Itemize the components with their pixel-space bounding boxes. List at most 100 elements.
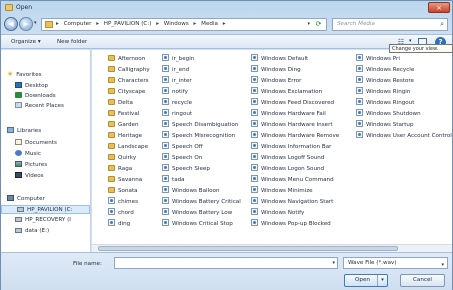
- nav-computer[interactable]: Computer: [7, 195, 45, 204]
- file-item[interactable]: Windows Feed Discovered: [251, 98, 339, 109]
- address-bar[interactable]: ▸ Computer ▸ HP_PAVILION (C:) ▸ Windows …: [41, 18, 327, 31]
- folder-item[interactable]: Heritage: [108, 131, 150, 142]
- file-item[interactable]: Windows Ding: [251, 65, 339, 76]
- chevron-down-icon[interactable]: ▾: [332, 260, 335, 266]
- folder-item[interactable]: Delta: [108, 98, 150, 109]
- file-item[interactable]: Windows Battery Low: [162, 208, 241, 219]
- file-item[interactable]: tada: [162, 175, 241, 186]
- file-item[interactable]: Windows Ringout: [356, 98, 452, 109]
- recent-pages-dropdown[interactable]: ▾: [34, 20, 40, 28]
- file-item[interactable]: Windows Hardware Remove: [251, 131, 339, 142]
- file-item[interactable]: Windows Navigation Start: [251, 197, 339, 208]
- audio-file-icon: [108, 208, 115, 215]
- file-item[interactable]: chimes: [108, 197, 150, 208]
- file-item[interactable]: Windows Ringin: [356, 87, 452, 98]
- file-item[interactable]: Windows Logon Sound: [251, 164, 339, 175]
- title-bar[interactable]: Open ×: [1, 1, 452, 15]
- chevron-down-icon: ▾: [441, 262, 444, 268]
- folder-item[interactable]: Festival: [108, 109, 150, 120]
- nav-videos[interactable]: Videos: [15, 172, 44, 181]
- folder-item[interactable]: Garden: [108, 120, 150, 131]
- open-options-dropdown[interactable]: ▾: [377, 275, 387, 286]
- folder-item[interactable]: Quirky: [108, 153, 150, 164]
- horizontal-scrollbar[interactable]: [92, 244, 452, 252]
- file-item[interactable]: Windows Shutdown: [356, 109, 452, 120]
- folder-item[interactable]: Cityscape: [108, 87, 150, 98]
- nav-drive-recovery[interactable]: HP_RECOVERY (I: [15, 216, 71, 225]
- file-item[interactable]: Windows Notify: [251, 208, 339, 219]
- file-item[interactable]: Windows Balloon: [162, 186, 241, 197]
- file-name: Windows Information Bar: [261, 144, 332, 150]
- search-input[interactable]: Search Media ⌕: [332, 18, 448, 31]
- audio-file-icon: [162, 131, 169, 138]
- file-item[interactable]: Speech Misrecognition: [162, 131, 241, 142]
- file-item[interactable]: Windows Information Bar: [251, 142, 339, 153]
- file-name-input[interactable]: ▾: [114, 257, 338, 269]
- breadcrumb-windows[interactable]: Windows: [164, 21, 189, 27]
- folder-item[interactable]: Calligraphy: [108, 65, 150, 76]
- file-item[interactable]: Speech Off: [162, 142, 241, 153]
- nav-drive-c[interactable]: HP_PAVILION (C:: [1, 205, 90, 214]
- file-item[interactable]: Windows Pop-up Blocked: [251, 219, 339, 230]
- breadcrumb-separator: ▸: [222, 21, 226, 27]
- folder-item[interactable]: Characters: [108, 76, 150, 87]
- folder-item[interactable]: Landscape: [108, 142, 150, 153]
- file-item[interactable]: Windows Minimize: [251, 186, 339, 197]
- file-item[interactable]: ir_inter: [162, 76, 241, 87]
- file-item[interactable]: Speech Sleep: [162, 164, 241, 175]
- file-item[interactable]: recycle: [162, 98, 241, 109]
- file-item[interactable]: Windows Exclamation: [251, 87, 339, 98]
- file-item[interactable]: Windows User Account Control: [356, 131, 452, 142]
- file-item[interactable]: Windows Default: [251, 54, 339, 65]
- file-item[interactable]: ir_end: [162, 65, 241, 76]
- nav-desktop[interactable]: Desktop: [15, 82, 48, 91]
- file-item[interactable]: Windows Hardware Fail: [251, 109, 339, 120]
- breadcrumb-media[interactable]: Media: [201, 21, 218, 27]
- file-name: Speech Off: [172, 144, 203, 150]
- scrollbar-thumb[interactable]: [98, 246, 398, 251]
- file-item[interactable]: Windows Critical Stop: [162, 219, 241, 230]
- cancel-button[interactable]: Cancel: [400, 274, 445, 287]
- search-icon[interactable]: ⌕: [440, 20, 444, 29]
- file-item[interactable]: Speech On: [162, 153, 241, 164]
- chevron-down-icon[interactable]: ▾: [307, 21, 310, 27]
- organize-button[interactable]: Organize ▾: [11, 39, 41, 45]
- back-button[interactable]: ◀: [4, 17, 18, 31]
- refresh-icon[interactable]: ⟳: [313, 20, 324, 29]
- nav-music[interactable]: Music: [15, 150, 41, 159]
- new-folder-button[interactable]: New folder: [57, 39, 87, 45]
- file-item[interactable]: Windows Hardware Insert: [251, 120, 339, 131]
- file-item[interactable]: Windows Error: [251, 76, 339, 87]
- nav-favorites[interactable]: ★ Favorites: [7, 70, 42, 79]
- file-item[interactable]: ringout: [162, 109, 241, 120]
- nav-libraries[interactable]: Libraries: [7, 127, 41, 136]
- file-item[interactable]: chord: [108, 208, 150, 219]
- file-item[interactable]: ding: [108, 219, 150, 230]
- nav-drive-e[interactable]: data (E:): [15, 227, 49, 236]
- file-item[interactable]: Windows Pri: [356, 54, 452, 65]
- file-item[interactable]: Windows Battery Critical: [162, 197, 241, 208]
- folder-item[interactable]: Sonata: [108, 186, 150, 197]
- open-button[interactable]: Open ▾: [344, 274, 388, 287]
- nav-downloads[interactable]: Downloads: [15, 92, 56, 101]
- file-type-select[interactable]: Wave File (*.wav) ▾: [343, 257, 448, 269]
- nav-pictures[interactable]: Pictures: [15, 161, 47, 170]
- folder-item[interactable]: Savanna: [108, 175, 150, 186]
- forward-button[interactable]: ▶: [19, 17, 33, 31]
- breadcrumb-drive[interactable]: HP_PAVILION (C:): [104, 21, 152, 27]
- close-button[interactable]: ×: [428, 2, 450, 13]
- file-item[interactable]: ir_begin: [162, 54, 241, 65]
- breadcrumb-computer[interactable]: Computer: [64, 21, 92, 27]
- file-item[interactable]: notify: [162, 87, 241, 98]
- audio-file-icon: [251, 76, 258, 83]
- nav-documents[interactable]: Documents: [15, 139, 57, 148]
- file-item[interactable]: Windows Restore: [356, 76, 452, 87]
- folder-item[interactable]: Afternoon: [108, 54, 150, 65]
- folder-item[interactable]: Raga: [108, 164, 150, 175]
- nav-recent-places[interactable]: Recent Places: [15, 102, 64, 111]
- file-item[interactable]: Windows Recycle: [356, 65, 452, 76]
- file-item[interactable]: Speech Disambiguation: [162, 120, 241, 131]
- file-item[interactable]: Windows Logoff Sound: [251, 153, 339, 164]
- file-item[interactable]: Windows Startup: [356, 120, 452, 131]
- file-item[interactable]: Windows Menu Command: [251, 175, 339, 186]
